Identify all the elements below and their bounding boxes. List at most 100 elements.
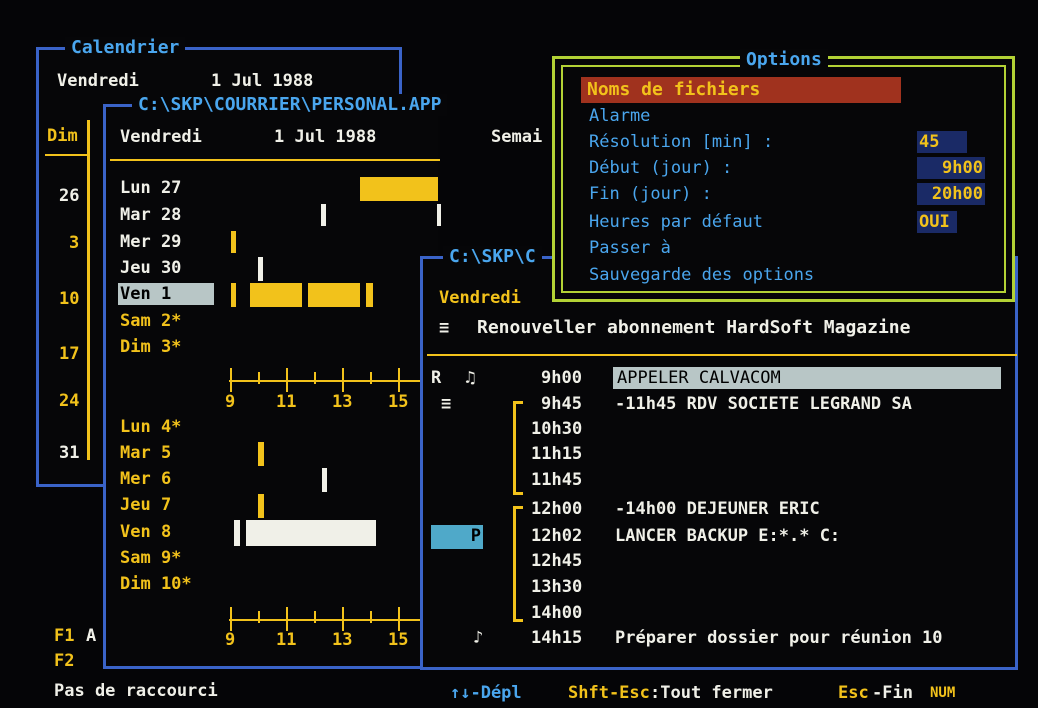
timeline-tick — [286, 368, 288, 392]
timeline-hour: 15 — [388, 392, 409, 412]
options-item[interactable]: Sauvegarde des options — [589, 264, 814, 286]
entry-time: 9h45 — [541, 394, 582, 414]
appointment-bar — [231, 283, 236, 307]
timeline-tick — [398, 368, 400, 392]
timeline-tick — [370, 372, 372, 384]
entry-text-selected[interactable]: APPELER CALVACOM — [613, 367, 1001, 389]
resolution-value[interactable]: 45 — [917, 131, 967, 153]
status-nav: ↑↓-Dépl — [450, 683, 522, 703]
agenda-day[interactable]: Dim 3* — [120, 336, 181, 358]
agenda-day[interactable]: Lun 4* — [120, 416, 181, 438]
day-note[interactable]: Renouveller abonnement HardSoft Magazine — [477, 317, 910, 339]
entry-text[interactable]: -14h00 DEJEUNER ERIC — [615, 498, 820, 520]
agenda-day[interactable]: Jeu 30 — [120, 257, 181, 279]
entry-text[interactable]: -11h45 RDV SOCIETE LEGRAND SA — [615, 393, 912, 415]
entry-text[interactable]: Préparer dossier pour réunion 10 — [615, 627, 943, 649]
entry-mark: ≡ — [441, 394, 452, 414]
timeline-tick — [314, 372, 316, 384]
entry-text[interactable]: LANCER BACKUP E:*.* C: — [615, 525, 840, 547]
appointment-bar — [258, 494, 264, 518]
agenda-day[interactable]: Sam 9* — [120, 547, 181, 569]
status-esc-action: -Fin — [872, 683, 913, 703]
entry-time[interactable]: 13h30 — [531, 576, 582, 598]
f2-key[interactable]: F2 — [54, 650, 74, 672]
appointment-bar — [250, 283, 302, 307]
timeline-tick — [398, 607, 400, 631]
options-item[interactable]: Heures par défaut — [589, 211, 763, 233]
agenda-day[interactable]: Mer 6 — [120, 468, 171, 490]
entry-time[interactable]: 10h30 — [531, 418, 582, 440]
calendar-header-date: 1 Jul 1988 — [211, 71, 314, 91]
timeline-hour: 15 — [388, 630, 409, 650]
calendar-title: Calendrier — [65, 37, 186, 59]
range-bracket-cap — [513, 401, 523, 404]
entry-time[interactable]: 12h45 — [531, 550, 582, 572]
entry-mark-program[interactable]: P — [431, 525, 483, 549]
entry-time: 14h15 — [531, 628, 583, 648]
calendar-col-rule — [45, 154, 87, 156]
range-bracket — [513, 401, 516, 495]
options-item[interactable]: Passer à — [589, 237, 671, 259]
timeline-hour: 11 — [276, 392, 297, 412]
calendar-sunday[interactable]: 10 — [59, 288, 79, 310]
entry-time[interactable]: 11h45 — [531, 469, 582, 491]
f1-key[interactable]: F1 — [54, 625, 74, 647]
entry-time[interactable]: 11h15 — [531, 443, 582, 465]
agenda-day[interactable]: Ven 8 — [120, 521, 171, 543]
appointment-bar — [321, 204, 326, 226]
appointment-bar — [366, 283, 373, 307]
entry-mark: R — [431, 368, 442, 388]
options-item[interactable]: Début (jour) : — [589, 157, 732, 179]
heures-value[interactable]: OUI — [917, 211, 957, 233]
agenda-day-selected[interactable]: Ven 1 — [118, 283, 214, 305]
options-item[interactable]: Alarme — [589, 105, 650, 127]
agenda-day[interactable]: Jeu 7 — [120, 494, 171, 516]
debut-value[interactable]: 9h00 — [917, 157, 985, 179]
day-title: C:\SKP\C — [443, 246, 542, 268]
appointment-bar — [246, 520, 376, 546]
status-esc-key[interactable]: Esc — [838, 682, 869, 704]
status-shift-action: :Tout fermer — [650, 683, 773, 703]
range-bracket-cap — [513, 492, 523, 495]
f1-text: A — [86, 626, 97, 646]
appointment-bar — [231, 231, 236, 253]
screen: Calendrier Vendredi 1 Jul 1988 Dim 26 3 … — [0, 0, 1038, 708]
timeline-tick — [342, 607, 344, 631]
timeline-tick — [258, 372, 260, 384]
timeline-tick — [258, 611, 260, 623]
agenda-header-week: Semai — [491, 127, 543, 147]
calendar-sunday[interactable]: 31 — [59, 442, 79, 464]
calendar-sunday[interactable]: 17 — [59, 343, 79, 365]
agenda-day[interactable]: Mar 28 — [120, 204, 181, 226]
day-window[interactable]: C:\SKP\C Vendredi ≡ Renouveller abonneme… — [420, 246, 1018, 670]
options-item[interactable]: Résolution [min] : — [589, 131, 773, 153]
timeline-tick — [342, 368, 344, 392]
calendar-sunday[interactable]: 3 — [69, 232, 79, 254]
status-num: NUM — [930, 685, 956, 701]
day-header-rule — [427, 354, 1017, 356]
day-name: Vendredi — [439, 288, 521, 308]
timeline-hour: 11 — [276, 630, 297, 650]
fin-value[interactable]: 20h00 — [917, 183, 985, 205]
agenda-window[interactable]: C:\SKP\COURRIER\PERSONAL.APP Vendredi 1 … — [103, 94, 542, 669]
agenda-day[interactable]: Lun 27 — [120, 177, 181, 199]
options-item[interactable]: Fin (jour) : — [589, 183, 712, 205]
status-shift-key[interactable]: Shft-Esc — [568, 682, 650, 704]
agenda-day[interactable]: Mar 5 — [120, 442, 171, 464]
timeline-tick — [370, 611, 372, 623]
options-window[interactable]: Options Noms de fichiers Alarme Résoluti… — [552, 49, 1015, 302]
calendar-header-day: Vendredi — [57, 71, 139, 91]
timeline-hour: 9 — [225, 392, 236, 412]
timeline-tick — [286, 607, 288, 631]
timeline-hour: 13 — [332, 630, 353, 650]
entry-time[interactable]: 14h00 — [531, 602, 582, 624]
calendar-sunday[interactable]: 24 — [59, 390, 79, 412]
calendar-sunday[interactable]: 26 — [59, 185, 79, 207]
options-item[interactable]: Noms de fichiers — [587, 79, 760, 101]
agenda-day[interactable]: Dim 10* — [120, 573, 192, 595]
status-bar: Pas de raccourci ↑↓-Dépl Shft-Esc :Tout … — [0, 676, 1038, 708]
agenda-day[interactable]: Sam 2* — [120, 310, 181, 332]
timeline-hour: 13 — [332, 392, 353, 412]
appointment-bar — [258, 257, 263, 281]
agenda-day[interactable]: Mer 29 — [120, 231, 181, 253]
